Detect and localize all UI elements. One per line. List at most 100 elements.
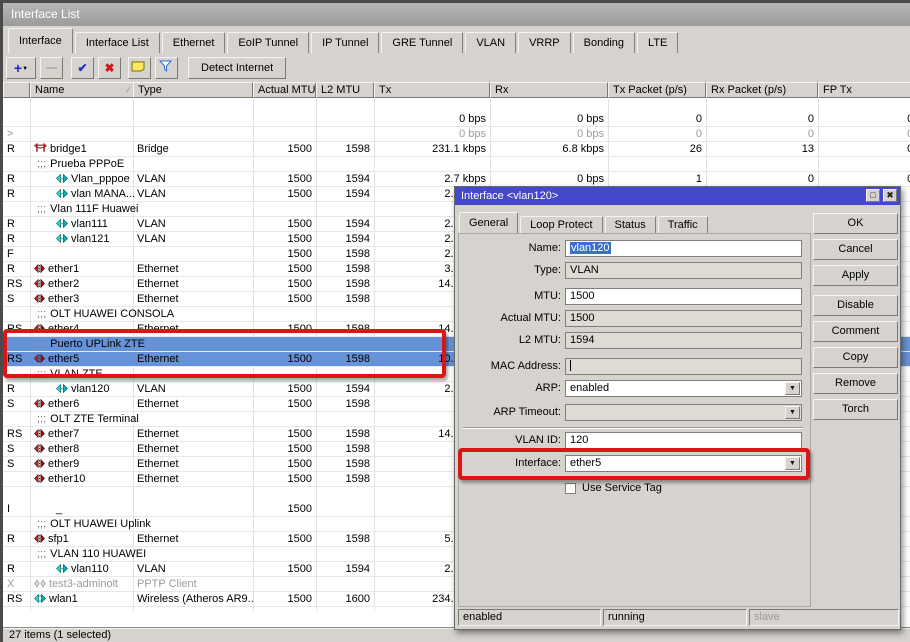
plus-icon: + — [14, 60, 22, 76]
comment-row[interactable]: ;;;Prueba PPPoE — [3, 157, 910, 172]
tab-ip-tunnel[interactable]: IP Tunnel — [311, 32, 379, 53]
interface-name: vlan120 — [71, 383, 110, 395]
filter-button[interactable] — [155, 57, 178, 79]
tab-gre-tunnel[interactable]: GRE Tunnel — [381, 32, 463, 53]
sort-ascending-icon: ∕ — [127, 85, 129, 95]
dialog-titlebar[interactable]: Interface <vlan120> — [455, 187, 900, 205]
add-button[interactable]: +▼ — [6, 57, 36, 79]
remove-button[interactable]: — — [40, 57, 63, 79]
tx_packet-cell: 1 — [608, 172, 706, 187]
close-button[interactable]: ✖ — [883, 189, 897, 202]
ok-button[interactable]: OK — [813, 213, 898, 234]
mtu-input[interactable]: 1500 — [565, 288, 802, 305]
type-cell: Ethernet — [133, 457, 253, 472]
comment-marker: ;;; — [37, 158, 46, 170]
status-slave-text: slave — [754, 611, 780, 623]
type-cell — [133, 247, 253, 262]
type-cell — [133, 112, 253, 127]
interface-name: ether2 — [48, 278, 79, 290]
interface-dropdown[interactable]: ether5 ▼ — [565, 455, 802, 472]
tab-ethernet[interactable]: Ethernet — [162, 32, 226, 53]
tab-lte[interactable]: LTE — [637, 32, 678, 53]
detect-internet-button[interactable]: Detect Internet — [188, 57, 286, 79]
arp-dropdown-button[interactable]: ▼ — [785, 382, 800, 395]
tab-bonding[interactable]: Bonding — [573, 32, 635, 53]
interface-name: ether3 — [48, 293, 79, 305]
disable-button-dialog[interactable]: Disable — [813, 295, 898, 316]
maximize-button[interactable]: □ — [866, 189, 880, 202]
name-value: vlan120 — [570, 242, 611, 254]
window-titlebar[interactable]: Interface List — [3, 3, 910, 26]
comment-button-dialog[interactable]: Comment — [813, 321, 898, 342]
l2_mtu-cell: 1598 — [316, 292, 374, 307]
text-caret — [570, 360, 571, 371]
name-cell: ether10 — [30, 472, 136, 487]
torch-label: Torch — [842, 403, 869, 415]
column-header-rx-packet-p-s-[interactable]: Rx Packet (p/s) — [706, 82, 818, 98]
interface-row[interactable]: >0 bps0 bps000 bps — [3, 127, 910, 142]
interface-name: vlan121 — [71, 233, 110, 245]
column-header-tx[interactable]: Tx — [374, 82, 490, 98]
dialog-tab-loop-protect[interactable]: Loop Protect — [520, 216, 602, 234]
vlan-id-input[interactable]: 120 — [565, 432, 802, 449]
dialog-status-enabled: enabled — [458, 609, 601, 626]
apply-button[interactable]: Apply — [813, 265, 898, 286]
column-header-flags[interactable] — [3, 82, 30, 98]
dialog-tab-general[interactable]: General — [459, 212, 518, 234]
use-service-tag-checkbox[interactable] — [565, 483, 576, 494]
tab-interface[interactable]: Interface — [8, 28, 73, 53]
name-cell: ether2 — [30, 277, 136, 292]
column-header-l2-mtu[interactable]: L2 MTU — [316, 82, 374, 98]
tx_packet-cell: 0 — [608, 112, 706, 127]
actual_mtu-cell: 1500 — [253, 217, 316, 232]
interface-name: ether8 — [48, 443, 79, 455]
comment-cell: ;;;Prueba PPPoE — [33, 157, 433, 172]
cancel-button[interactable]: Cancel — [813, 239, 898, 260]
torch-button[interactable]: Torch — [813, 399, 898, 420]
interface-dropdown-button[interactable]: ▼ — [785, 457, 800, 470]
disable-button[interactable]: ✖ — [98, 57, 121, 79]
remove-button-dialog[interactable]: Remove — [813, 373, 898, 394]
ethernet-icon — [34, 444, 45, 453]
tab-interface-list[interactable]: Interface List — [75, 32, 160, 53]
dialog-tab-traffic[interactable]: Traffic — [658, 216, 708, 234]
interface-dialog: Interface <vlan120> □ ✖ GeneralLoop Prot… — [454, 186, 901, 630]
actual_mtu-cell: 1500 — [253, 247, 316, 262]
arp-timeout-label: ARP Timeout: — [455, 404, 561, 421]
tab-eoip-tunnel[interactable]: EoIP Tunnel — [227, 32, 309, 53]
name-cell: ether8 — [30, 442, 136, 457]
column-header-actual-mtu[interactable]: Actual MTU — [253, 82, 316, 98]
dialog-tab-status[interactable]: Status — [605, 216, 656, 234]
flags-cell: R — [3, 187, 30, 202]
comment-button[interactable] — [128, 57, 151, 79]
rx-cell: 0 bps — [490, 127, 608, 142]
vlan-id-label: VLAN ID: — [455, 432, 561, 449]
tab-vrrp[interactable]: VRRP — [518, 32, 571, 53]
interface-row-bridge1[interactable]: Rbridge1Bridge15001598231.1 kbps6.8 kbps… — [3, 142, 910, 157]
interface-name: ether4 — [48, 323, 79, 335]
copy-button[interactable]: Copy — [813, 347, 898, 368]
interface-row[interactable]: 0 bps0 bps000 bps — [3, 112, 910, 127]
comment-cell: ;;;VLAN 110 HUAWEI — [33, 547, 433, 562]
interface-row-Vlan_pppoe[interactable]: RVlan_pppoeVLAN150015942.7 kbps0 bps100 … — [3, 172, 910, 187]
tab-vlan[interactable]: VLAN — [465, 32, 516, 53]
column-header-rx[interactable]: Rx — [490, 82, 608, 98]
column-header-tx-packet-p-s-[interactable]: Tx Packet (p/s) — [608, 82, 706, 98]
column-header-fp-tx[interactable]: FP Tx — [818, 82, 910, 98]
vlan-icon — [56, 174, 68, 183]
name-input[interactable]: vlan120 — [565, 240, 802, 257]
comment-label: Comment — [832, 325, 880, 337]
column-header-name[interactable]: Name∕ — [30, 82, 136, 98]
cancel-label: Cancel — [838, 243, 872, 255]
enable-button[interactable]: ✔ — [71, 57, 94, 79]
arp-timeout-dropdown-button[interactable]: ▼ — [785, 406, 800, 419]
l2_mtu-cell: 1598 — [316, 442, 374, 457]
arp-dropdown[interactable]: enabled ▼ — [565, 380, 802, 397]
name-cell — [30, 247, 136, 262]
arp-timeout-dropdown[interactable]: ▼ — [565, 404, 802, 421]
fp_tx-cell: 0 bps — [818, 112, 910, 127]
type-field: VLAN — [565, 262, 802, 279]
column-header-type[interactable]: Type — [133, 82, 253, 98]
name-cell: test3-adminolt — [30, 577, 136, 592]
comment-text: VLAN 110 HUAWEI — [50, 548, 146, 560]
